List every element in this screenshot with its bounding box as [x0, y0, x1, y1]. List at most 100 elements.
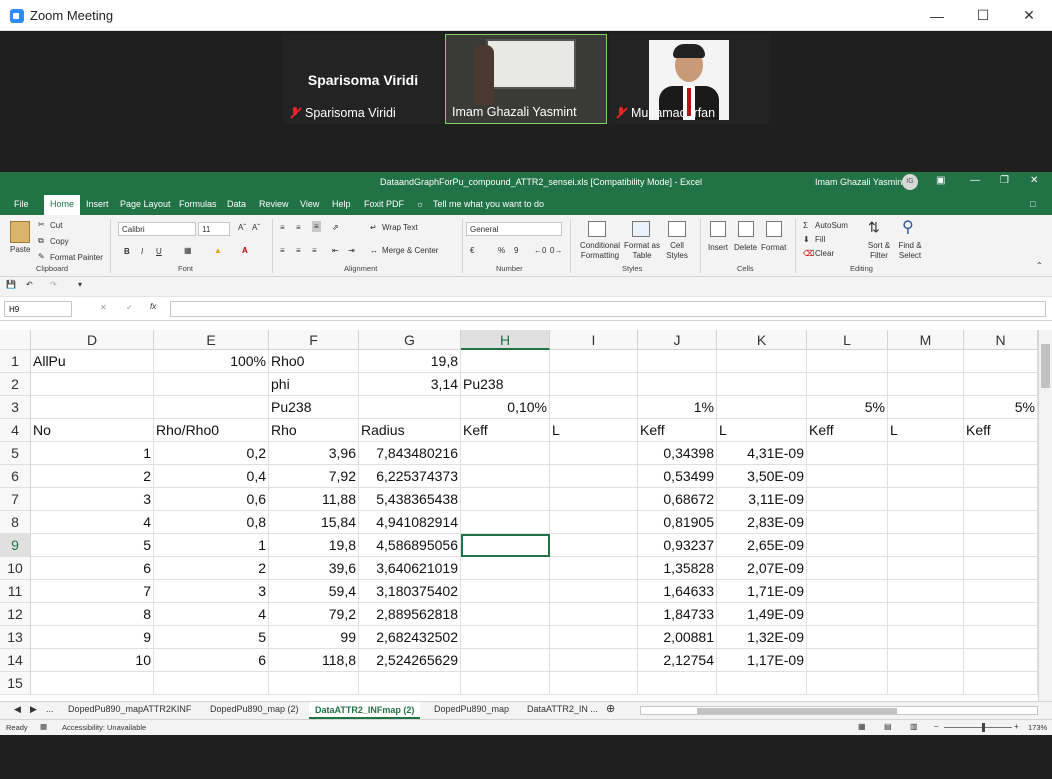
cell-n4[interactable]: Keff	[964, 419, 1038, 442]
cell-f4[interactable]: Rho	[269, 419, 359, 442]
row-header-2[interactable]: 2	[0, 373, 31, 396]
collapse-ribbon-icon[interactable]: ⌃	[1036, 261, 1043, 270]
cell-f12[interactable]: 79,2	[269, 603, 359, 626]
tab-formulas[interactable]: Formulas	[179, 199, 217, 209]
cell-f13[interactable]: 99	[269, 626, 359, 649]
column-header-h[interactable]: H	[461, 330, 550, 350]
cell-f8[interactable]: 15,84	[269, 511, 359, 534]
cell-l15[interactable]	[807, 672, 888, 695]
row-header-9[interactable]: 9	[0, 534, 31, 557]
tell-me-search[interactable]: Tell me what you want to do	[433, 199, 544, 209]
row-header-15[interactable]: 15	[0, 672, 31, 695]
cell-m10[interactable]	[888, 557, 964, 580]
cell-g10[interactable]: 3,640621019	[359, 557, 461, 580]
cell-e2[interactable]	[154, 373, 269, 396]
row-header-5[interactable]: 5	[0, 442, 31, 465]
column-header-n[interactable]: N	[964, 330, 1038, 350]
conditional-formatting-icon[interactable]	[588, 221, 606, 237]
cell-n2[interactable]	[964, 373, 1038, 396]
maximize-button[interactable]: ☐	[960, 0, 1006, 31]
cell-l7[interactable]	[807, 488, 888, 511]
align-center-icon[interactable]: ≡	[296, 246, 301, 255]
cell-n15[interactable]	[964, 672, 1038, 695]
cell-l6[interactable]	[807, 465, 888, 488]
cell-d13[interactable]: 9	[31, 626, 154, 649]
cell-f9[interactable]: 19,8	[269, 534, 359, 557]
cell-i6[interactable]	[550, 465, 638, 488]
align-left-icon[interactable]: ≡	[280, 246, 285, 255]
decrease-font-icon[interactable]: Aˇ	[252, 223, 260, 232]
cell-e12[interactable]: 4	[154, 603, 269, 626]
cell-i15[interactable]	[550, 672, 638, 695]
column-header-g[interactable]: G	[359, 330, 461, 350]
conditional-formatting-button[interactable]: Conditional Formatting	[578, 241, 622, 261]
cell-j4[interactable]: Keff	[638, 419, 717, 442]
cell-k7[interactable]: 3,11E-09	[717, 488, 807, 511]
cell-e5[interactable]: 0,2	[154, 442, 269, 465]
participant-tile[interactable]: Muhamad Irfan	[609, 34, 769, 124]
row-header-12[interactable]: 12	[0, 603, 31, 626]
underline-button[interactable]: U	[156, 247, 162, 256]
align-middle-icon[interactable]: ≡	[296, 223, 301, 232]
participant-tile-active[interactable]: Imam Ghazali Yasmint	[445, 34, 607, 124]
format-cells-icon[interactable]	[766, 221, 782, 237]
column-header-e[interactable]: E	[154, 330, 269, 350]
format-painter-button[interactable]: Format Painter	[50, 253, 103, 262]
cell-m7[interactable]	[888, 488, 964, 511]
cell-h15[interactable]	[461, 672, 550, 695]
cell-l14[interactable]	[807, 649, 888, 672]
tab-foxit-pdf[interactable]: Foxit PDF	[364, 199, 404, 209]
vertical-scrollbar[interactable]	[1038, 330, 1052, 701]
cell-i13[interactable]	[550, 626, 638, 649]
cell-h13[interactable]	[461, 626, 550, 649]
cell-n7[interactable]	[964, 488, 1038, 511]
vertical-scroll-thumb[interactable]	[1041, 344, 1050, 388]
paste-button[interactable]: Paste	[10, 245, 30, 254]
horizontal-scroll-thumb[interactable]	[697, 708, 897, 714]
merge-center-button[interactable]: Merge & Center	[382, 246, 438, 255]
cell-i10[interactable]	[550, 557, 638, 580]
cell-n13[interactable]	[964, 626, 1038, 649]
orientation-icon[interactable]: ⇗	[332, 223, 339, 232]
cell-f14[interactable]: 118,8	[269, 649, 359, 672]
cell-g14[interactable]: 2,524265629	[359, 649, 461, 672]
cell-h10[interactable]	[461, 557, 550, 580]
cell-f15[interactable]	[269, 672, 359, 695]
cell-m3[interactable]	[888, 396, 964, 419]
cell-g11[interactable]: 3,180375402	[359, 580, 461, 603]
cell-j15[interactable]	[638, 672, 717, 695]
column-header-m[interactable]: M	[888, 330, 964, 350]
cell-m1[interactable]	[888, 350, 964, 373]
cell-e6[interactable]: 0,4	[154, 465, 269, 488]
cell-k13[interactable]: 1,32E-09	[717, 626, 807, 649]
tab-review[interactable]: Review	[259, 199, 289, 209]
cell-d7[interactable]: 3	[31, 488, 154, 511]
page-layout-view-icon[interactable]: ▤	[884, 722, 892, 731]
cell-j13[interactable]: 2,00881	[638, 626, 717, 649]
cell-j3[interactable]: 1%	[638, 396, 717, 419]
italic-button[interactable]: I	[141, 247, 143, 256]
format-as-table-icon[interactable]	[632, 221, 650, 237]
cell-g5[interactable]: 7,843480216	[359, 442, 461, 465]
redo-icon[interactable]: ↷	[50, 280, 57, 289]
row-header-8[interactable]: 8	[0, 511, 31, 534]
find-search-icon[interactable]: ⚲	[902, 217, 914, 237]
cell-k6[interactable]: 3,50E-09	[717, 465, 807, 488]
cell-n12[interactable]	[964, 603, 1038, 626]
cell-j11[interactable]: 1,64633	[638, 580, 717, 603]
cell-e7[interactable]: 0,6	[154, 488, 269, 511]
excel-close-button[interactable]: ✕	[1030, 175, 1038, 186]
cell-h4[interactable]: Keff	[461, 419, 550, 442]
cell-d5[interactable]: 1	[31, 442, 154, 465]
cancel-icon[interactable]: ✕	[100, 303, 107, 312]
cell-k12[interactable]: 1,49E-09	[717, 603, 807, 626]
tab-data[interactable]: Data	[227, 199, 246, 209]
cell-e15[interactable]	[154, 672, 269, 695]
row-header-14[interactable]: 14	[0, 649, 31, 672]
find-select-button[interactable]: Find & Select	[894, 241, 926, 261]
cell-i8[interactable]	[550, 511, 638, 534]
insert-cells-icon[interactable]	[710, 221, 726, 237]
format-as-table-button[interactable]: Format as Table	[624, 241, 660, 261]
save-icon[interactable]: 💾	[6, 280, 16, 289]
select-all-corner[interactable]	[0, 330, 31, 350]
